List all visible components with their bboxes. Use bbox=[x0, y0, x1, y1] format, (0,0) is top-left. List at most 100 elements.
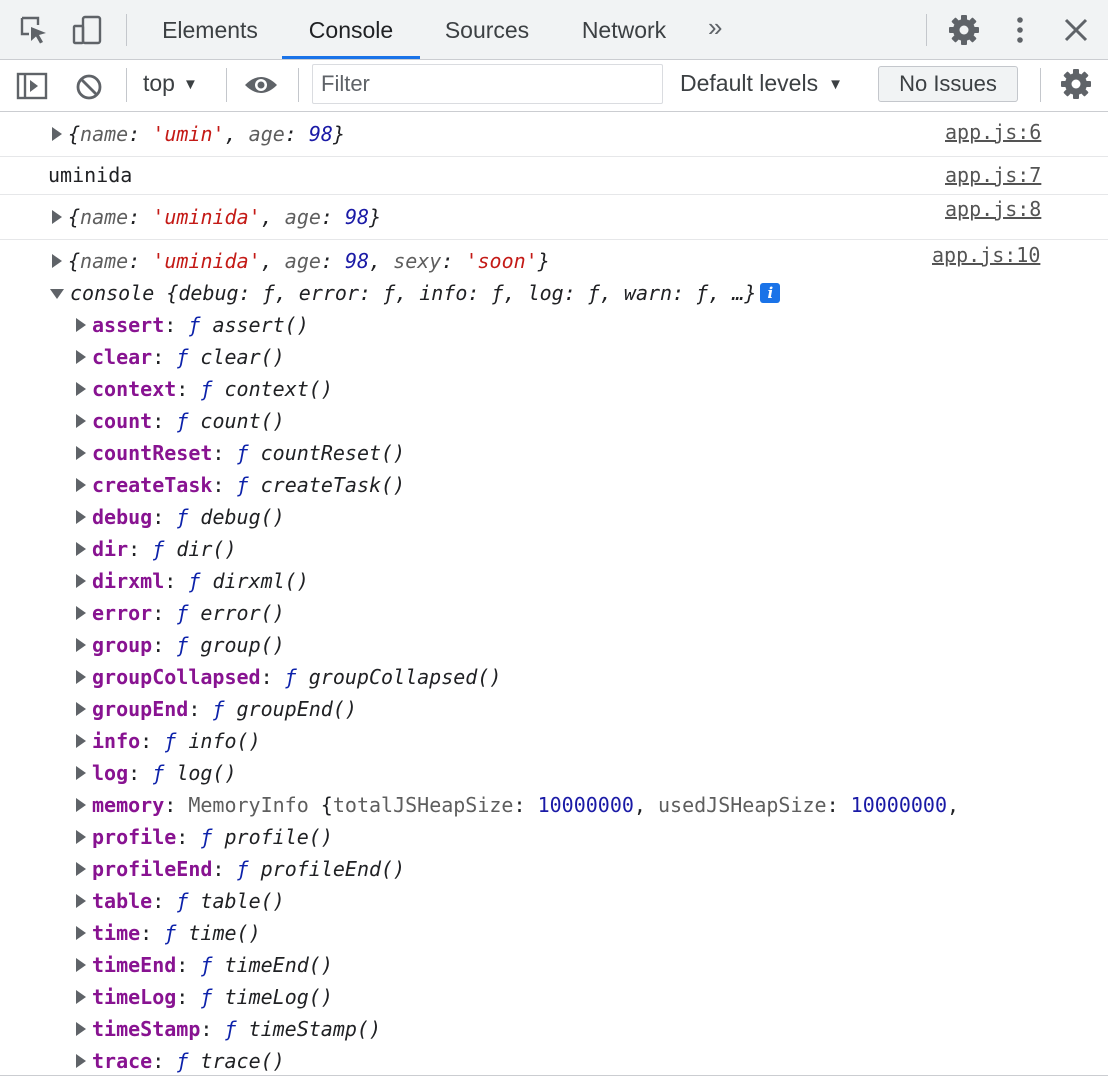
function-glyph: ƒ bbox=[200, 985, 213, 1009]
console-settings-gear-icon[interactable] bbox=[1060, 68, 1092, 100]
expand-arrow-icon[interactable] bbox=[52, 253, 62, 268]
clear-console-icon[interactable] bbox=[74, 72, 104, 102]
issues-button[interactable]: No Issues bbox=[878, 66, 1018, 102]
property-row[interactable]: clear: ƒ clear() bbox=[76, 341, 285, 373]
source-link[interactable]: app.js:10 bbox=[932, 243, 1040, 267]
expand-arrow-icon[interactable] bbox=[52, 126, 62, 141]
property-row[interactable]: log: ƒ log() bbox=[76, 757, 237, 789]
expand-arrow-icon[interactable] bbox=[76, 701, 86, 716]
function-glyph: ƒ bbox=[176, 505, 189, 529]
function-glyph: ƒ bbox=[236, 441, 249, 465]
property-key: groupEnd bbox=[92, 697, 189, 721]
property-row[interactable]: time: ƒ time() bbox=[76, 917, 261, 949]
property-value: timeStamp() bbox=[248, 1017, 382, 1041]
property-row[interactable]: timeEnd: ƒ timeEnd() bbox=[76, 949, 333, 981]
source-link[interactable]: app.js:8 bbox=[945, 197, 1041, 221]
settings-gear-icon[interactable] bbox=[948, 14, 980, 46]
log-text: uminida bbox=[48, 163, 133, 187]
property-row[interactable]: groupEnd: ƒ groupEnd() bbox=[76, 693, 357, 725]
expand-arrow-icon[interactable] bbox=[76, 509, 86, 524]
property-row[interactable]: profileEnd: ƒ profileEnd() bbox=[76, 853, 405, 885]
console-message: {name: 'uminida', age: 98} app.js:8 bbox=[0, 195, 1108, 240]
filter-input[interactable] bbox=[312, 64, 663, 104]
expand-arrow-icon[interactable] bbox=[76, 413, 86, 428]
expand-arrow-icon[interactable] bbox=[76, 957, 86, 972]
expand-arrow-icon[interactable] bbox=[76, 381, 86, 396]
property-value: group() bbox=[200, 633, 285, 657]
expand-arrow-icon[interactable] bbox=[76, 893, 86, 908]
live-expression-eye-icon[interactable] bbox=[243, 72, 279, 98]
property-value: table() bbox=[200, 889, 285, 913]
more-options-icon[interactable] bbox=[1004, 14, 1036, 46]
property-row[interactable]: count: ƒ count() bbox=[76, 405, 285, 437]
object-preview[interactable]: {name: 'uminida', age: 98, sexy: 'soon'} bbox=[52, 245, 550, 277]
expand-arrow-icon[interactable] bbox=[76, 637, 86, 652]
function-glyph: ƒ bbox=[176, 409, 189, 433]
property-row[interactable]: dir: ƒ dir() bbox=[76, 533, 237, 565]
property-row[interactable]: error: ƒ error() bbox=[76, 597, 285, 629]
divider bbox=[0, 1075, 1108, 1076]
property-row[interactable]: createTask: ƒ createTask() bbox=[76, 469, 405, 501]
tab-network[interactable]: Network bbox=[560, 0, 688, 59]
divider bbox=[298, 68, 299, 102]
expand-arrow-icon[interactable] bbox=[76, 989, 86, 1004]
property-row[interactable]: context: ƒ context() bbox=[76, 373, 333, 405]
property-key: log bbox=[92, 761, 129, 785]
property-key: error bbox=[92, 601, 153, 625]
more-tabs-icon[interactable]: » bbox=[708, 12, 722, 43]
expand-arrow-icon[interactable] bbox=[76, 1053, 86, 1068]
expand-arrow-icon[interactable] bbox=[52, 209, 62, 224]
expand-arrow-icon[interactable] bbox=[76, 1021, 86, 1036]
object-preview[interactable]: {name: 'umin', age: 98} bbox=[52, 118, 345, 150]
tab-sources[interactable]: Sources bbox=[428, 0, 546, 59]
object-preview[interactable]: {name: 'uminida', age: 98} bbox=[52, 201, 381, 233]
expand-arrow-icon[interactable] bbox=[76, 541, 86, 556]
expand-arrow-icon[interactable] bbox=[76, 349, 86, 364]
expand-arrow-icon[interactable] bbox=[76, 669, 86, 684]
property-row[interactable]: timeStamp: ƒ timeStamp() bbox=[76, 1013, 381, 1045]
expand-arrow-icon[interactable] bbox=[76, 797, 86, 812]
expand-arrow-icon[interactable] bbox=[76, 861, 86, 876]
expand-arrow-icon[interactable] bbox=[76, 317, 86, 332]
property-row[interactable]: timeLog: ƒ timeLog() bbox=[76, 981, 333, 1013]
expand-arrow-icon[interactable] bbox=[76, 765, 86, 780]
property-key: count bbox=[92, 409, 153, 433]
source-link[interactable]: app.js:6 bbox=[945, 120, 1041, 144]
log-levels-dropdown[interactable]: Default levels ▼ bbox=[680, 70, 843, 97]
close-icon[interactable] bbox=[1060, 14, 1092, 46]
collapse-arrow-icon[interactable] bbox=[50, 288, 64, 299]
property-row[interactable]: groupCollapsed: ƒ groupCollapsed() bbox=[76, 661, 501, 693]
property-key: trace bbox=[92, 1049, 153, 1073]
property-value: dirxml() bbox=[212, 569, 309, 593]
expand-arrow-icon[interactable] bbox=[76, 477, 86, 492]
expand-arrow-icon[interactable] bbox=[76, 829, 86, 844]
source-link[interactable]: app.js:7 bbox=[945, 163, 1041, 187]
function-glyph: ƒ bbox=[188, 569, 201, 593]
function-glyph: ƒ bbox=[176, 1049, 189, 1073]
property-row[interactable]: countReset: ƒ countReset() bbox=[76, 437, 405, 469]
info-icon[interactable]: i bbox=[760, 282, 781, 303]
expand-arrow-icon[interactable] bbox=[76, 445, 86, 460]
console-object-header[interactable]: console {debug: ƒ, error: ƒ, info: ƒ, lo… bbox=[50, 277, 781, 309]
property-row[interactable]: assert: ƒ assert() bbox=[76, 309, 309, 341]
tab-console[interactable]: Console bbox=[282, 0, 420, 59]
property-row[interactable]: dirxml: ƒ dirxml() bbox=[76, 565, 309, 597]
property-value: error() bbox=[200, 601, 285, 625]
property-row[interactable]: table: ƒ table() bbox=[76, 885, 285, 917]
property-row[interactable]: info: ƒ info() bbox=[76, 725, 261, 757]
expand-arrow-icon[interactable] bbox=[76, 925, 86, 940]
inspect-element-icon[interactable] bbox=[18, 14, 50, 46]
expand-arrow-icon[interactable] bbox=[76, 573, 86, 588]
sidebar-toggle-icon[interactable] bbox=[16, 71, 48, 101]
property-row[interactable]: debug: ƒ debug() bbox=[76, 501, 285, 533]
expand-arrow-icon[interactable] bbox=[76, 733, 86, 748]
tab-elements[interactable]: Elements bbox=[146, 0, 274, 59]
property-row[interactable]: group: ƒ group() bbox=[76, 629, 285, 661]
expand-arrow-icon[interactable] bbox=[76, 605, 86, 620]
property-row[interactable]: trace: ƒ trace() bbox=[76, 1045, 285, 1077]
property-row[interactable]: memory: MemoryInfo {totalJSHeapSize: 100… bbox=[76, 789, 959, 821]
property-row[interactable]: profile: ƒ profile() bbox=[76, 821, 333, 853]
function-glyph: ƒ bbox=[176, 601, 189, 625]
context-selector[interactable]: top ▼ bbox=[143, 70, 198, 97]
device-toolbar-icon[interactable] bbox=[72, 14, 104, 46]
